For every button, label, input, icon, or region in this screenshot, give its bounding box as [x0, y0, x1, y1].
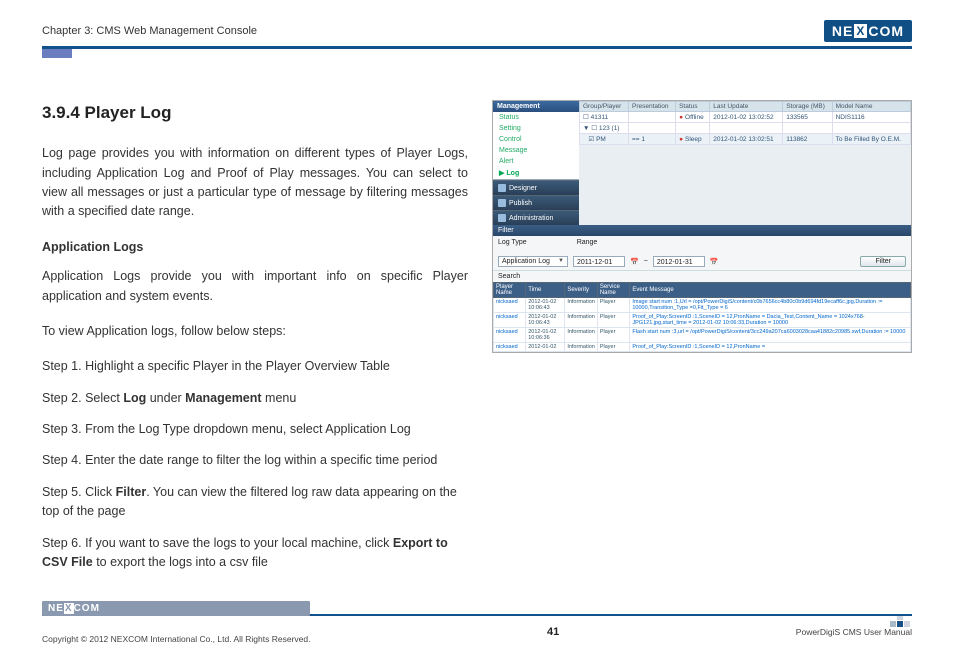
col-presentation[interactable]: Presentation [629, 102, 676, 112]
sidebar-item-control[interactable]: Control [493, 134, 579, 145]
filter-bar-label: Filter [498, 227, 514, 234]
table-row[interactable]: ▼ ☐ 123 (1) [580, 123, 911, 134]
footer-brand-logo: NEXCOM [42, 601, 310, 616]
designer-icon [498, 184, 506, 192]
col-group-player[interactable]: Group/Player [580, 102, 629, 112]
col-last-update[interactable]: Last Update [710, 102, 783, 112]
sidebar-section-publish[interactable]: Publish [493, 195, 579, 210]
sidebar-item-message[interactable]: Message [493, 145, 579, 156]
steps-lead: To view Application logs, follow below s… [42, 322, 468, 341]
table-row[interactable]: ☑ PM == 1 Sleep 2012-01-02 13:02:51 1138… [580, 134, 911, 145]
calendar-icon[interactable]: 📅 [710, 258, 719, 266]
log-row[interactable]: nicksaed2012-01-02 10:06:43InformationPl… [494, 313, 911, 328]
step-2: Step 2. Select Log under Management menu [42, 389, 468, 408]
app-screenshot: Management Status Setting Control Messag… [492, 100, 912, 353]
triangle-icon: ▶ [499, 170, 504, 177]
filter-button[interactable]: Filter [860, 256, 906, 267]
table-header-row: Group/Player Presentation Status Last Up… [580, 102, 911, 112]
date-to-input[interactable]: 2012-01-31 [653, 256, 705, 267]
sidebar-item-setting[interactable]: Setting [493, 123, 579, 134]
sidebar-section-designer[interactable]: Designer [493, 180, 579, 195]
page-number: 41 [547, 626, 559, 638]
player-overview-panel: Group/Player Presentation Status Last Up… [579, 101, 911, 225]
tab-marker [42, 49, 72, 58]
page-header: Chapter 3: CMS Web Management Console NE… [42, 20, 912, 49]
sidebar-item-alert[interactable]: Alert [493, 156, 579, 167]
logtype-label: Log Type [498, 239, 527, 246]
calendar-icon[interactable]: 📅 [630, 258, 639, 266]
sidebar-section-management[interactable]: Management [493, 101, 579, 112]
filter-controls: Log Type Range Application Log▼ 2011-12-… [493, 236, 911, 270]
brand-logo: NEXCOM [824, 20, 912, 42]
step-3: Step 3. From the Log Type dropdown menu,… [42, 420, 468, 439]
application-logs-intro: Application Logs provide you with import… [42, 267, 468, 306]
col-status[interactable]: Status [676, 102, 710, 112]
chevron-down-icon: ▼ [558, 256, 564, 267]
step-1: Step 1. Highlight a specific Player in t… [42, 357, 468, 376]
log-row[interactable]: nicksaed2012-01-02 10:06:36InformationPl… [494, 328, 911, 343]
document-text-column: 3.9.4 Player Log Log page provides you w… [42, 100, 468, 584]
range-label: Range [577, 239, 598, 246]
step-6: Step 6. If you want to save the logs to … [42, 534, 468, 573]
search-row: Search [493, 270, 911, 282]
section-title: 3.9.4 Player Log [42, 100, 468, 126]
log-row[interactable]: nicksaed2012-01-02InformationPlayerProof… [494, 343, 911, 352]
log-row[interactable]: nicksaed2012-01-02 10:06:43InformationPl… [494, 298, 911, 313]
logtype-select[interactable]: Application Log▼ [498, 256, 568, 267]
page-footer: NEXCOM Copyright © 2012 NEXCOM Internati… [42, 614, 912, 644]
intro-paragraph: Log page provides you with information o… [42, 144, 468, 222]
sidebar-item-status[interactable]: Status [493, 112, 579, 123]
col-storage[interactable]: Storage (MB) [783, 102, 832, 112]
log-header-row: Player Name Time Severity Service Name E… [494, 283, 911, 298]
chapter-title: Chapter 3: CMS Web Management Console [42, 25, 257, 37]
application-logs-heading: Application Logs [42, 238, 468, 257]
step-4: Step 4. Enter the date range to filter t… [42, 451, 468, 470]
player-overview-table: Group/Player Presentation Status Last Up… [579, 101, 911, 145]
sidebar: Management Status Setting Control Messag… [493, 101, 579, 225]
publish-icon [498, 199, 506, 207]
admin-icon [498, 214, 506, 222]
table-row[interactable]: ☐ 41311 Offline 2012-01-02 13:02:52 1335… [580, 112, 911, 123]
sidebar-item-log[interactable]: ▶Log [493, 167, 579, 179]
step-5: Step 5. Click Filter. You can view the f… [42, 483, 468, 522]
sidebar-section-administration[interactable]: Administration [493, 210, 579, 225]
filter-bar: Filter [493, 225, 911, 236]
manual-title: PowerDigiS CMS User Manual [796, 627, 912, 637]
log-table: Player Name Time Severity Service Name E… [493, 282, 911, 352]
col-model-name[interactable]: Model Name [832, 102, 910, 112]
copyright-text: Copyright © 2012 NEXCOM International Co… [42, 634, 310, 644]
date-from-input[interactable]: 2011-12-01 [573, 256, 625, 267]
search-label: Search [498, 273, 520, 280]
